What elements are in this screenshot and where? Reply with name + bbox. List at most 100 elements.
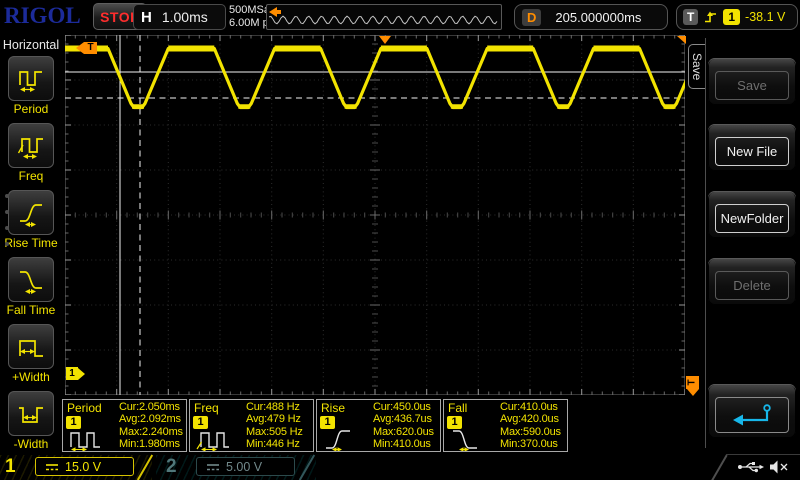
timebase-box: H 1.00ms [133, 4, 226, 30]
measurement-stat: Avg:436.7us [373, 413, 434, 425]
fall-time-button[interactable] [8, 257, 54, 302]
trigger-position-marker-icon[interactable] [379, 36, 391, 44]
measurement-name: Freq [194, 401, 219, 415]
freq-measure-icon [196, 427, 232, 456]
new-file-button[interactable]: New File [708, 124, 796, 171]
period-icon [16, 64, 46, 94]
freq-icon [16, 131, 46, 161]
width-button[interactable] [8, 324, 54, 369]
channel2-scale-box[interactable]: 5.00 V [196, 457, 295, 476]
rise-time-button[interactable] [8, 190, 54, 235]
horizontal-delay-box: D 205.000000ms [514, 4, 668, 30]
measurement-panel-period: Period1Cur:2.050msAvg:2.092msMax:2.240ms… [62, 399, 187, 452]
scroll-dot-icon [5, 210, 9, 214]
button-label: New File [715, 137, 789, 166]
arrow-right-icon [78, 368, 85, 380]
dc-coupling-icon [206, 462, 220, 472]
period-measure-icon [69, 427, 105, 456]
measurement-stat: Avg:479 Hz [246, 413, 303, 425]
freq-button[interactable] [8, 123, 54, 168]
status-area-border [726, 454, 800, 455]
menu-item-fall-time: Fall Time [0, 257, 62, 317]
usb-icon [737, 460, 765, 474]
channel1-number[interactable]: 1 [5, 456, 16, 478]
memory-position-marker-icon [269, 7, 277, 17]
menu-item-label: Rise Time [0, 236, 62, 250]
rise-time-icon [16, 198, 46, 228]
measurement-stat: Cur:488 Hz [246, 401, 303, 413]
channel-status-bar: 1 15.0 V 2 5.00 V [0, 455, 800, 480]
waveform-memory-preview [266, 4, 502, 30]
menu-item-period: Period [0, 56, 62, 116]
menu-item-width: -Width [0, 391, 62, 451]
menu-item-freq: Freq [0, 123, 62, 183]
left-softkey-menu: Horizontal Period Freq Rise Time Fall Time +… [0, 32, 62, 455]
channel2-number[interactable]: 2 [166, 456, 177, 478]
measurement-stat: Cur:450.0us [373, 401, 434, 413]
measurement-stat: Cur:410.0us [500, 401, 561, 413]
trigger-source-badge: 1 [723, 9, 740, 25]
minus-width-icon [16, 399, 46, 429]
arrow-left-icon [76, 42, 84, 54]
menu-item-label: +Width [0, 370, 62, 384]
measurement-stat: Cur:2.050ms [119, 401, 183, 413]
measurement-stat: Min:370.0us [500, 438, 561, 450]
measurement-panel-fall: Fall1Cur:410.0usAvg:420.0usMax:590.0usMi… [443, 399, 568, 452]
measurement-panels: Period1Cur:2.050msAvg:2.092msMax:2.240ms… [62, 399, 568, 452]
newfolder-button[interactable]: NewFolder [708, 191, 796, 238]
menu-item-label: Period [0, 102, 62, 116]
scroll-dot-icon [5, 242, 9, 246]
plus-width-icon [16, 332, 46, 362]
measurement-stat: Max:2.240ms [119, 426, 183, 438]
measurement-name: Rise [321, 401, 345, 415]
back-button[interactable] [708, 384, 796, 438]
speaker-muted-icon [768, 460, 790, 474]
period-button[interactable] [8, 56, 54, 101]
measurement-panel-rise: Rise1Cur:450.0usAvg:436.7usMax:620.0usMi… [316, 399, 441, 452]
measurement-stat: Avg:2.092ms [119, 413, 183, 425]
channel1-scale-box[interactable]: 15.0 V [35, 457, 134, 476]
button-label: NewFolder [715, 204, 789, 233]
menu-divider [705, 38, 706, 448]
menu-item-rise-time: Rise Time [0, 190, 62, 250]
return-arrow-icon [728, 403, 776, 427]
timebase-label: H [141, 9, 152, 26]
delay-badge: D [522, 9, 541, 26]
timebase-value: 1.00ms [162, 9, 208, 25]
width-button[interactable] [8, 391, 54, 436]
save-button[interactable]: Save [708, 58, 796, 105]
delay-value: 205.000000ms [555, 10, 641, 25]
menu-item-label: Freq [0, 169, 62, 183]
button-label: Delete [715, 271, 789, 300]
button-label: Save [715, 71, 789, 100]
status-divider [710, 455, 727, 480]
menu-item-label: Fall Time [0, 303, 62, 317]
channel1-scale: 15.0 V [65, 460, 101, 474]
trigger-status-box: T 1 -38.1 V [676, 4, 798, 30]
menu-item-width: +Width [0, 324, 62, 384]
channel1-ground-marker[interactable]: 1 [66, 367, 85, 380]
dc-coupling-icon [45, 462, 59, 472]
menu-item-label: -Width [0, 437, 62, 451]
rising-edge-trigger-icon [703, 9, 718, 25]
delete-button[interactable]: Delete [708, 258, 796, 305]
menu-tab-save: Save [688, 44, 705, 89]
measurement-stat: Min:1.980ms [119, 438, 183, 450]
rise-measure-icon [323, 427, 359, 456]
measurement-name: Period [67, 401, 102, 415]
fall-time-icon [16, 265, 46, 295]
rigol-logo: RIGOL [4, 3, 81, 29]
measurement-stat: Max:590.0us [500, 426, 561, 438]
measurement-stat: Max:620.0us [373, 426, 434, 438]
trigger-level-value: -38.1 V [745, 10, 785, 24]
measurement-stat: Avg:420.0us [500, 413, 561, 425]
trigger-badge: T [683, 9, 698, 25]
right-softkey-menu: Save Save New File NewFolder Delete [685, 32, 800, 455]
measurement-panel-freq: Freq1Cur:488 HzAvg:479 HzMax:505 HzMin:4… [189, 399, 314, 452]
measurement-stat: Min:410.0us [373, 438, 434, 450]
menu-title: Horizontal [0, 38, 62, 52]
trigger-offscreen-marker: T [76, 42, 97, 54]
memory-waveform-icon [267, 5, 499, 27]
graticule [65, 35, 685, 395]
memory-position-marker-tail [277, 10, 281, 14]
